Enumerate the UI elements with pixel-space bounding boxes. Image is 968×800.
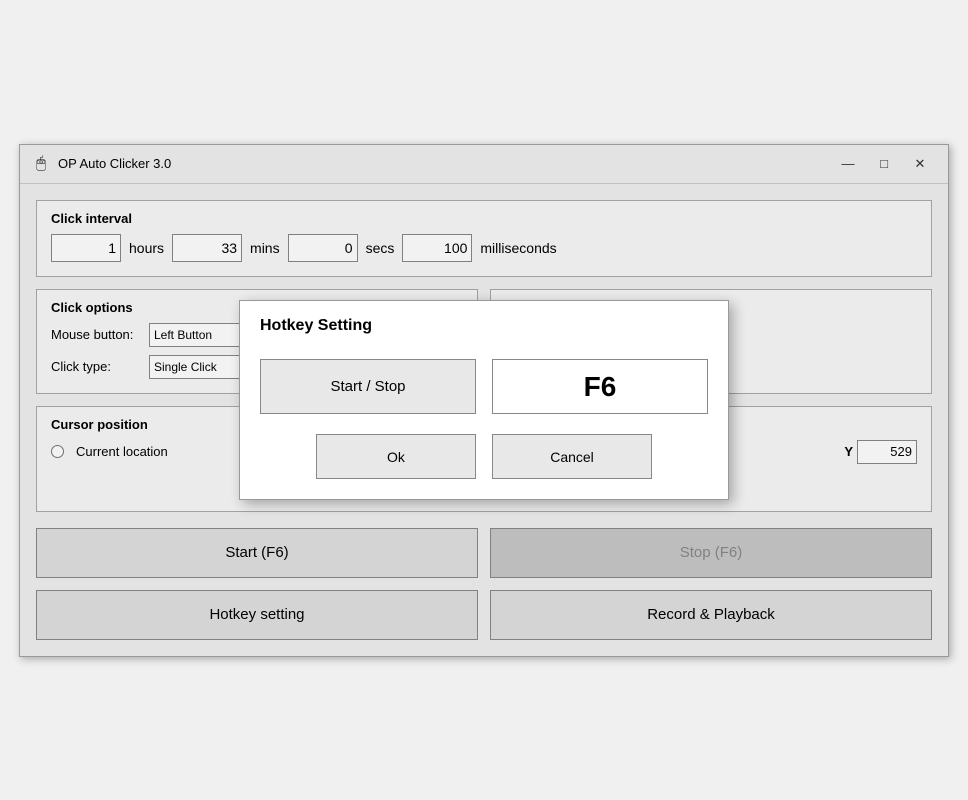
hotkey-modal: Hotkey Setting Start / Stop F6 Ok Cancel xyxy=(239,300,729,500)
main-window: 🖱 OP Auto Clicker 3.0 — □ ✕ Click interv… xyxy=(19,144,949,657)
modal-title: Hotkey Setting xyxy=(240,301,728,347)
modal-overlay: Hotkey Setting Start / Stop F6 Ok Cancel xyxy=(20,145,948,656)
modal-hotkey-row: Start / Stop F6 xyxy=(240,347,728,426)
modal-cancel-button[interactable]: Cancel xyxy=(492,434,652,479)
modal-ok-button[interactable]: Ok xyxy=(316,434,476,479)
hotkey-key-display[interactable]: F6 xyxy=(492,359,708,414)
start-stop-hotkey-button[interactable]: Start / Stop xyxy=(260,359,476,414)
modal-actions: Ok Cancel xyxy=(240,426,728,499)
